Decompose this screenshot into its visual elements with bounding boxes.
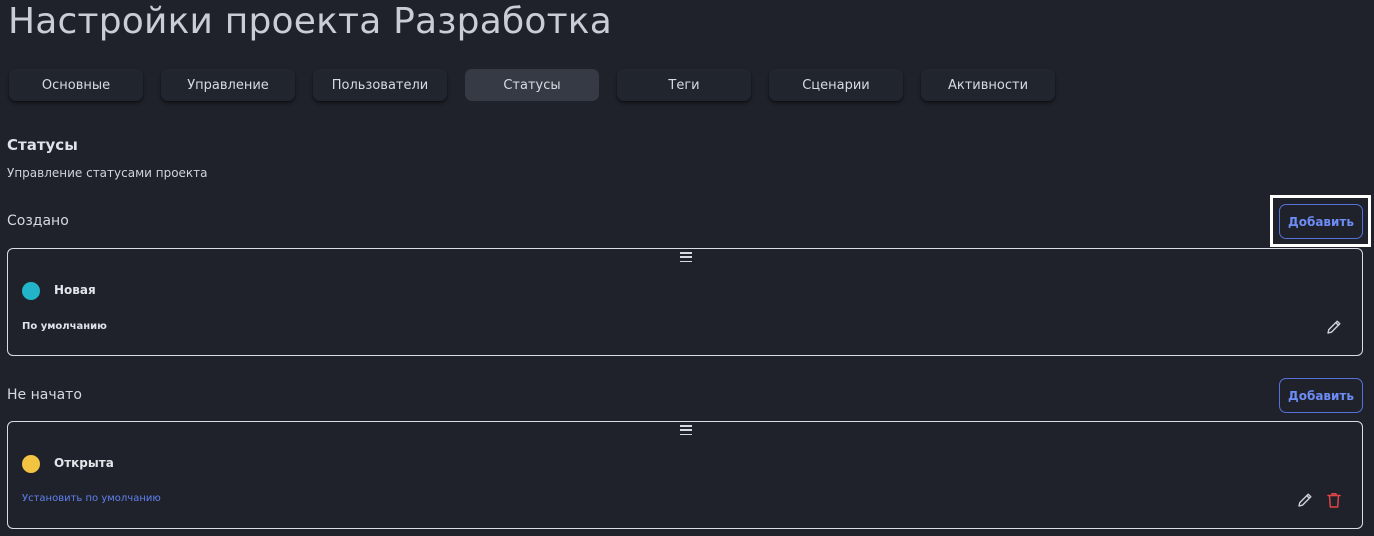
add-status-button-created[interactable]: Добавить <box>1279 204 1363 239</box>
pencil-icon[interactable] <box>1296 491 1314 509</box>
status-card-new: Новая По умолчанию <box>7 248 1363 356</box>
pencil-icon[interactable] <box>1325 318 1343 336</box>
status-color-dot <box>22 282 40 300</box>
tab-statuses[interactable]: Статусы <box>465 69 599 101</box>
add-status-button-not-started[interactable]: Добавить <box>1279 378 1363 413</box>
drag-handle-icon[interactable] <box>680 425 692 435</box>
section-title: Статусы <box>7 136 78 154</box>
settings-tabs: Основные Управление Пользователи Статусы… <box>9 69 1055 101</box>
tab-tags[interactable]: Теги <box>617 69 751 101</box>
tab-general[interactable]: Основные <box>9 69 143 101</box>
tab-scenarios[interactable]: Сценарии <box>769 69 903 101</box>
page-title: Настройки проекта Разработка <box>8 1 612 42</box>
tab-users[interactable]: Пользователи <box>313 69 447 101</box>
drag-handle-icon[interactable] <box>680 252 692 262</box>
status-card-open: Открыта Установить по умолчанию <box>7 421 1363 529</box>
status-color-dot <box>22 455 40 473</box>
set-default-link[interactable]: Установить по умолчанию <box>22 493 161 504</box>
group-label-created: Создано <box>7 213 69 229</box>
trash-icon[interactable] <box>1325 491 1343 509</box>
group-label-not-started: Не начато <box>7 387 82 403</box>
tab-activities[interactable]: Активности <box>921 69 1055 101</box>
tab-management[interactable]: Управление <box>161 69 295 101</box>
section-subtitle: Управление статусами проекта <box>7 166 208 180</box>
status-name: Открыта <box>54 456 114 470</box>
default-label: По умолчанию <box>22 321 107 332</box>
status-name: Новая <box>54 283 96 297</box>
